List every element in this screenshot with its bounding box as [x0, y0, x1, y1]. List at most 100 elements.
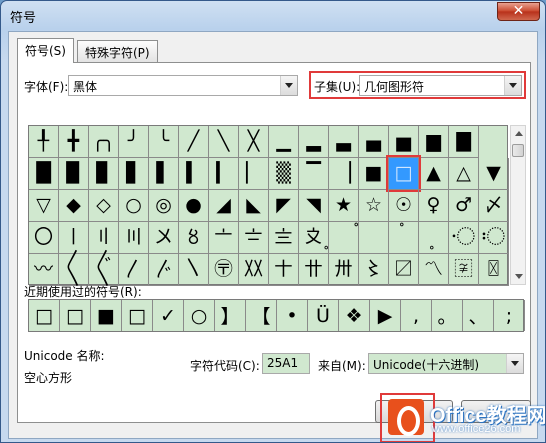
symbol-cell[interactable]: ▊ — [89, 158, 119, 190]
symbol-cell[interactable]: ╭╮ — [89, 126, 119, 158]
symbol-cell[interactable]: ◆ — [59, 190, 89, 222]
symbol-cell[interactable]: 〬 — [389, 222, 419, 254]
symbol-cell[interactable]: ▆ — [419, 126, 449, 158]
recent-symbol-cell[interactable]: 】 — [215, 300, 246, 331]
symbol-cell[interactable]: ☉ — [389, 190, 419, 222]
symbol-cell[interactable]: ○ — [119, 190, 149, 222]
symbol-cell[interactable]: ╰ — [149, 126, 179, 158]
symbol-cell[interactable]: ♂ — [449, 190, 479, 222]
symbol-cell[interactable]: ▼ — [479, 158, 509, 190]
recent-symbol-cell[interactable]: ✓ — [153, 300, 184, 331]
symbol-cell[interactable]: 〯 — [479, 222, 509, 254]
symbol-cell[interactable]: 〺 — [329, 254, 359, 286]
symbol-cell[interactable]: ▉ — [59, 158, 89, 190]
recent-symbol-cell[interactable]: ❖ — [339, 300, 370, 331]
symbol-cell[interactable]: 〱 — [59, 254, 89, 286]
symbol-cell[interactable]: ▍ — [179, 158, 209, 190]
symbol-cell[interactable]: ♀ — [419, 190, 449, 222]
symbol-cell[interactable]: ◤ — [269, 190, 299, 222]
symbol-cell[interactable]: ◢ — [209, 190, 239, 222]
char-code-input[interactable]: 25A1 — [262, 353, 310, 374]
symbol-cell[interactable]: 〼 — [389, 254, 419, 286]
symbol-cell[interactable]: 〤 — [149, 222, 179, 254]
symbol-cell[interactable]: 〽 — [419, 254, 449, 286]
symbol-cell[interactable]: 〿 — [479, 254, 509, 286]
chevron-down-icon[interactable] — [504, 76, 521, 95]
symbol-cell[interactable]: 〳 — [119, 254, 149, 286]
symbol-cell[interactable]: 〸 — [269, 254, 299, 286]
symbol-cell[interactable]: ▄ — [359, 126, 389, 158]
symbol-cell[interactable]: ▋ — [119, 158, 149, 190]
symbol-cell[interactable]: 〥 — [179, 222, 209, 254]
symbol-cell[interactable]: 〮 — [449, 222, 479, 254]
symbol-cell[interactable]: △ — [449, 158, 479, 190]
symbol-cell-selected[interactable]: □ — [389, 158, 419, 190]
symbol-cell[interactable]: ▌ — [149, 158, 179, 190]
symbol-cell[interactable]: ◎ — [149, 190, 179, 222]
symbol-cell[interactable]: ● — [179, 190, 209, 222]
symbol-cell[interactable]: 〡 — [59, 222, 89, 254]
symbol-grid-scrollbar[interactable] — [510, 125, 526, 285]
symbol-cell[interactable]: ▔ — [299, 158, 329, 190]
recent-symbol-cell[interactable]: ▶ — [370, 300, 401, 331]
symbol-cell[interactable]: 〢 — [89, 222, 119, 254]
symbol-cell[interactable]: ▇ — [449, 126, 479, 158]
symbol-cell[interactable]: ╀ — [29, 126, 59, 158]
recent-symbol-cell[interactable]: □ — [29, 300, 60, 331]
symbol-cell[interactable]: ▎ — [209, 158, 239, 190]
symbol-cell[interactable]: 〪 — [329, 222, 359, 254]
chevron-down-icon[interactable] — [280, 76, 297, 95]
scroll-up-arrow-icon[interactable] — [515, 131, 523, 136]
symbol-cell[interactable]: 〩 — [299, 222, 329, 254]
recent-symbol-cell[interactable]: ○ — [184, 300, 215, 331]
symbol-cell[interactable]: 〷 — [239, 254, 269, 286]
symbol-cell[interactable]: 〣 — [119, 222, 149, 254]
symbol-cell[interactable]: 〇 — [29, 222, 59, 254]
recent-symbol-cell[interactable]: □ — [60, 300, 91, 331]
symbol-cell[interactable]: █ — [29, 158, 59, 190]
recent-symbol-cell[interactable]: 、 — [463, 300, 494, 331]
symbol-cell[interactable]: 〧 — [239, 222, 269, 254]
scroll-thumb[interactable] — [512, 144, 524, 157]
symbol-cell[interactable]: ▕ — [329, 158, 359, 190]
symbol-cell[interactable]: ╳ — [239, 126, 269, 158]
symbol-cell[interactable]: ╲ — [209, 126, 239, 158]
from-select[interactable]: Unicode(十六进制) — [368, 353, 524, 374]
symbol-cell[interactable]: 〲 — [89, 254, 119, 286]
recent-symbol-cell[interactable]: 。 — [432, 300, 463, 331]
symbol-cell[interactable]: ☆ — [359, 190, 389, 222]
symbol-cell[interactable]: 〦 — [209, 222, 239, 254]
subset-select[interactable]: 几何图形符 — [359, 75, 522, 96]
scroll-down-arrow-icon[interactable] — [515, 274, 523, 279]
recent-symbol-cell[interactable]: ■ — [91, 300, 122, 331]
symbol-cell[interactable]: 〨 — [269, 222, 299, 254]
recent-symbol-cell[interactable]: 【 — [246, 300, 277, 331]
symbol-cell[interactable]: ╯ — [119, 126, 149, 158]
symbol-cell[interactable]: 〻 — [359, 254, 389, 286]
symbol-cell[interactable]: 〶 — [209, 254, 239, 286]
symbol-cell[interactable]: 〵 — [179, 254, 209, 286]
symbol-cell[interactable]: ■ — [359, 158, 389, 190]
symbol-cell[interactable]: ◣ — [239, 190, 269, 222]
font-select[interactable]: 黑体 — [68, 75, 298, 96]
symbol-cell[interactable]: 〹 — [299, 254, 329, 286]
symbol-cell[interactable]: ◇ — [89, 190, 119, 222]
recent-symbol-cell[interactable]: ; — [494, 300, 525, 331]
symbol-cell[interactable]: ╱ — [179, 126, 209, 158]
symbol-cell[interactable]: ▁ — [269, 126, 299, 158]
symbol-cell[interactable]: 〫 — [359, 222, 389, 254]
recent-symbol-cell[interactable]: , — [401, 300, 432, 331]
symbol-cell[interactable]: 〆 — [479, 190, 509, 222]
symbol-cell[interactable]: ▽ — [29, 190, 59, 222]
close-button[interactable]: ✕ — [497, 2, 540, 21]
symbol-cell[interactable]: ▲ — [419, 158, 449, 190]
tab-symbols[interactable]: 符号(S) — [17, 38, 74, 63]
recent-symbol-cell[interactable]: Ü — [308, 300, 339, 331]
chevron-down-icon[interactable] — [506, 354, 523, 373]
recent-symbol-cell[interactable]: □ — [122, 300, 153, 331]
symbol-cell[interactable]: ▂ — [299, 126, 329, 158]
symbol-cell[interactable]: ▅ — [389, 126, 419, 158]
symbol-cell[interactable]: 〴 — [149, 254, 179, 286]
symbol-cell[interactable]: ★ — [329, 190, 359, 222]
symbol-cell[interactable]: ▒ — [269, 158, 299, 190]
